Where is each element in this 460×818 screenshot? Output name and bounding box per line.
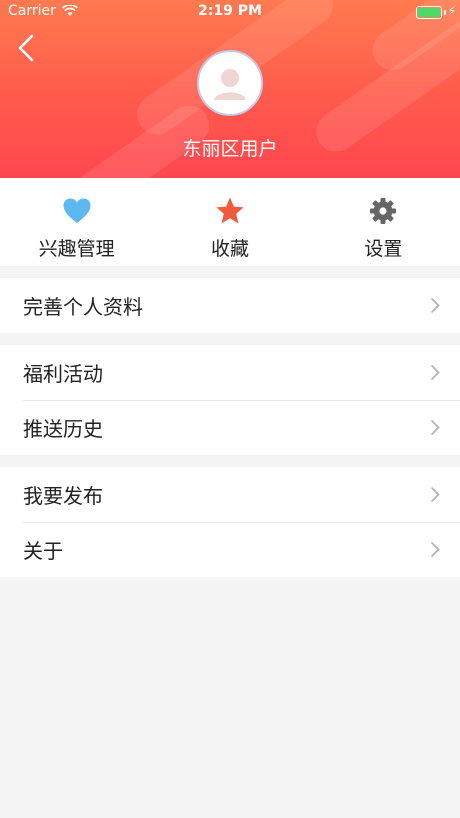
chevron-right-icon bbox=[430, 297, 440, 314]
star-icon bbox=[216, 197, 244, 224]
status-bar: Carrier 2:19 PM ⚡ bbox=[0, 0, 460, 24]
gear-icon bbox=[370, 198, 397, 224]
menu-item-label: 完善个人资料 bbox=[23, 295, 143, 319]
username: 东丽区用户 bbox=[182, 138, 278, 160]
favorites-button[interactable]: 收藏 bbox=[153, 178, 306, 266]
menu-item-push-history[interactable]: 推送历史 bbox=[0, 400, 460, 455]
heart-icon bbox=[63, 198, 91, 223]
back-arrow-icon[interactable] bbox=[14, 32, 42, 64]
settings-label: 设置 bbox=[364, 238, 403, 260]
menu-group-profile: 完善个人资料 bbox=[0, 278, 460, 333]
charging-icon: ⚡ bbox=[447, 4, 456, 18]
menu-group-activities: 福利活动 推送历史 bbox=[0, 345, 460, 455]
menu-item-label: 推送历史 bbox=[23, 417, 103, 441]
chevron-right-icon bbox=[430, 419, 440, 436]
user-placeholder-icon bbox=[199, 52, 261, 114]
avatar[interactable] bbox=[197, 50, 263, 116]
settings-button[interactable]: 设置 bbox=[307, 178, 460, 266]
menu-item-label: 关于 bbox=[23, 539, 63, 563]
menu-item-complete-profile[interactable]: 完善个人资料 bbox=[0, 278, 460, 333]
chevron-right-icon bbox=[430, 364, 440, 381]
profile-header: Carrier 2:19 PM ⚡ 东丽区用户 bbox=[0, 0, 460, 178]
battery-icon bbox=[416, 6, 442, 19]
chevron-right-icon bbox=[430, 486, 440, 503]
interest-management-button[interactable]: 兴趣管理 bbox=[0, 178, 153, 266]
favorites-label: 收藏 bbox=[210, 238, 249, 260]
quick-actions-bar: 兴趣管理 收藏 设置 bbox=[0, 178, 460, 266]
menu-group-other: 我要发布 关于 bbox=[0, 467, 460, 577]
chevron-right-icon bbox=[430, 541, 440, 558]
menu-item-publish[interactable]: 我要发布 bbox=[0, 467, 460, 522]
menu-item-label: 福利活动 bbox=[23, 362, 103, 386]
menu-item-label: 我要发布 bbox=[23, 484, 103, 508]
menu-item-welfare-activities[interactable]: 福利活动 bbox=[0, 345, 460, 400]
menu-item-about[interactable]: 关于 bbox=[0, 522, 460, 577]
clock: 2:19 PM bbox=[198, 3, 262, 19]
battery-cap bbox=[444, 10, 446, 15]
interest-management-label: 兴趣管理 bbox=[38, 238, 115, 260]
